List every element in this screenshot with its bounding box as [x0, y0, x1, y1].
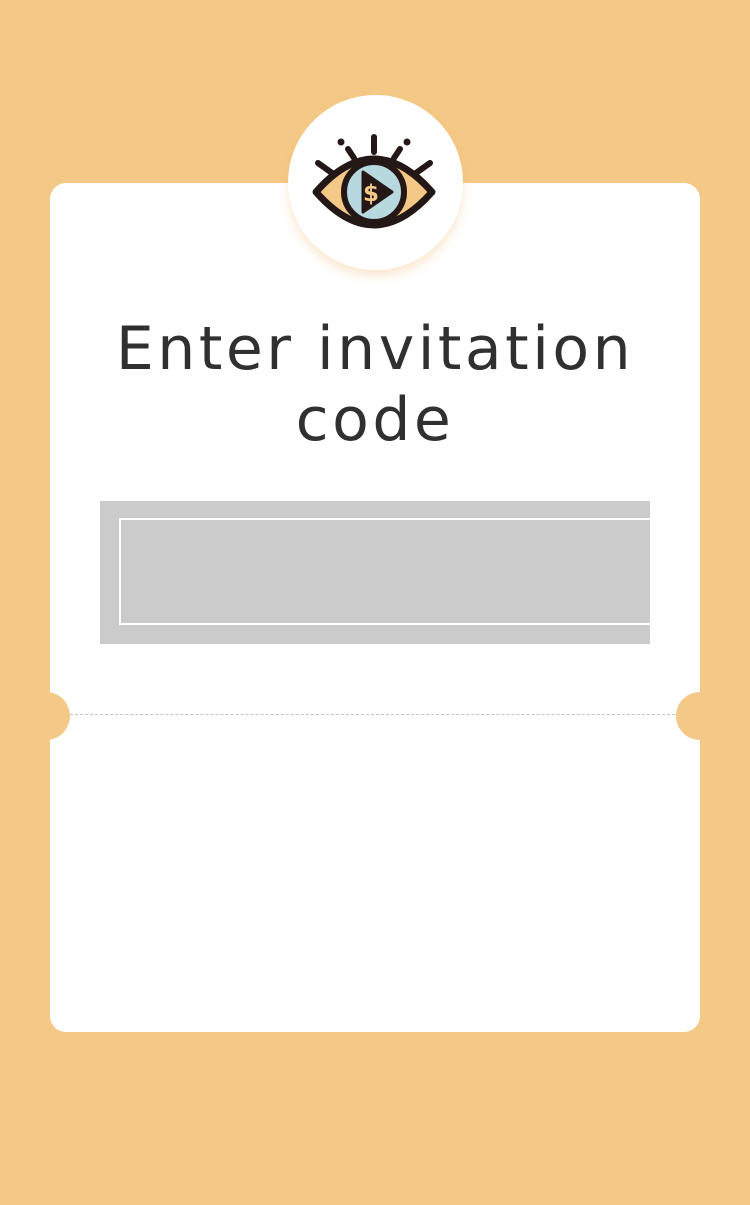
dashed-divider — [70, 714, 680, 715]
dollar-symbol: $ — [363, 181, 379, 207]
app-logo: $ — [288, 95, 463, 270]
invite-code-box — [100, 501, 663, 644]
page-title: Enter invitation code — [115, 314, 635, 455]
invite-code-input[interactable] — [119, 518, 663, 625]
eye-play-dollar-icon: $ — [312, 133, 436, 228]
ticket-notch-right — [676, 692, 724, 740]
ticket-notch-left — [22, 692, 70, 740]
